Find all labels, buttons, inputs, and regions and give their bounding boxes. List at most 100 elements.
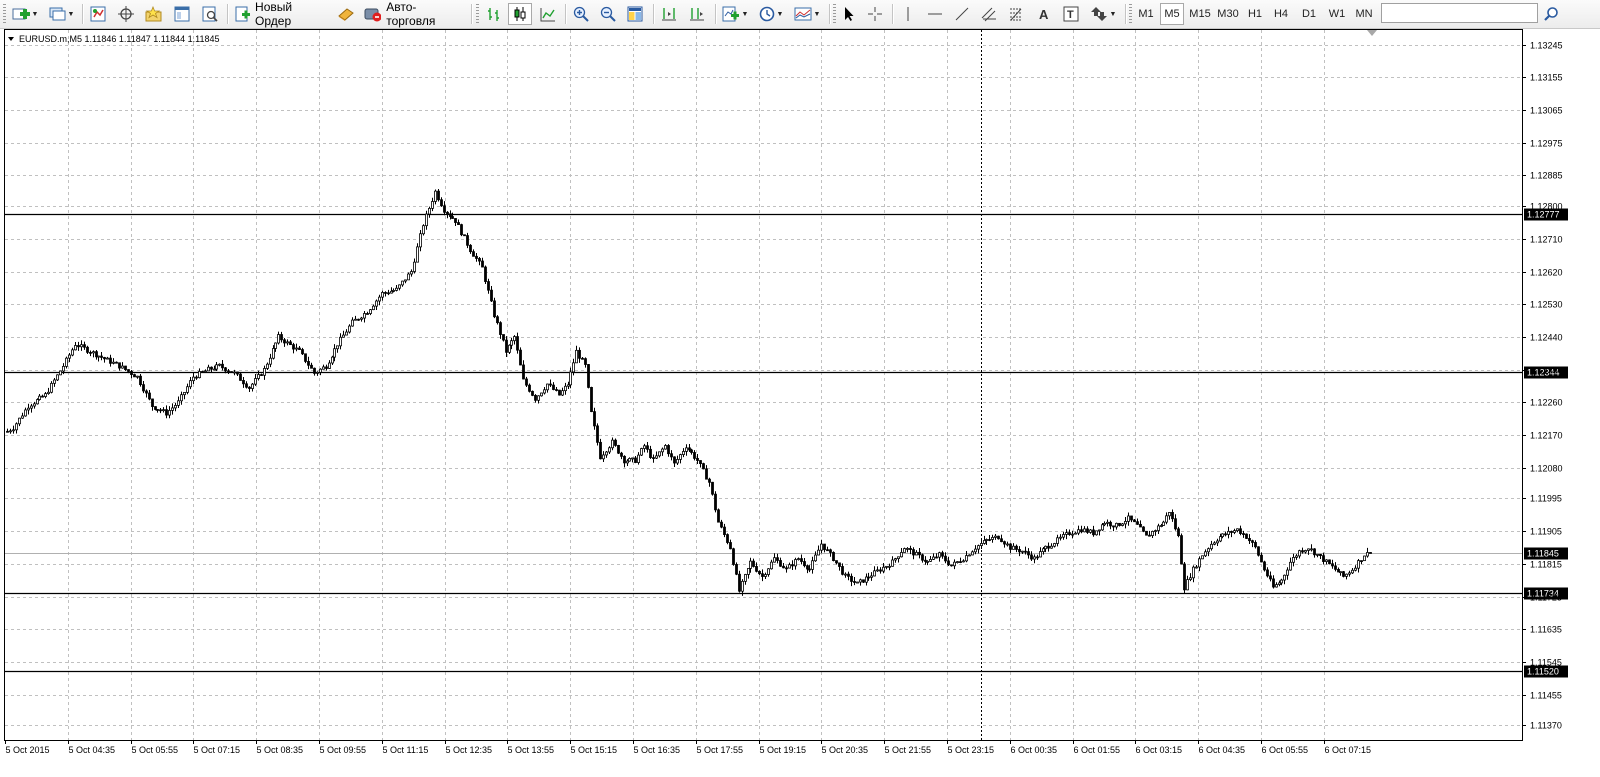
candle-body [516, 336, 519, 351]
time-label: 5 Oct 08:35 [257, 745, 304, 755]
text-label-button[interactable]: T [1060, 3, 1082, 25]
autotrading-button[interactable]: Авто-торговля [360, 0, 466, 28]
strategy-tester-button[interactable] [198, 3, 222, 25]
bar-chart-button[interactable] [482, 3, 506, 25]
candle-body [363, 313, 366, 319]
market-watch-icon [90, 6, 106, 22]
navigator-button[interactable] [114, 3, 138, 25]
timeframe-d1[interactable]: D1 [1297, 3, 1321, 25]
candle-body [1021, 550, 1024, 553]
text-button[interactable]: A [1033, 3, 1055, 25]
candle-body [655, 455, 658, 459]
chevron-down-icon: ▼ [741, 10, 749, 18]
vertical-line-button[interactable] [897, 3, 919, 25]
terminal-button[interactable] [170, 3, 194, 25]
candle-body [752, 560, 755, 567]
candle-body [631, 457, 634, 460]
candle-body [1121, 523, 1124, 526]
candle-body [1142, 526, 1145, 532]
candle-body [1168, 512, 1171, 517]
candle-body [180, 394, 183, 402]
chart-window[interactable]: 1.12777 1.12344 1.11734 1.11520 1.11845 1.13… [0, 29, 1600, 777]
candle-body [478, 258, 481, 262]
candlestick-chart-button[interactable] [508, 3, 532, 25]
timeframe-mn[interactable]: MN [1351, 3, 1377, 25]
arrows-button[interactable]: ▼ [1087, 3, 1119, 25]
candle-body [30, 405, 33, 409]
candle-body [1065, 532, 1068, 535]
trendline-button[interactable] [951, 3, 973, 25]
horizontal-line-button[interactable] [924, 3, 946, 25]
candle-body [24, 409, 27, 417]
crosshair-button[interactable] [864, 3, 886, 25]
search-button[interactable] [1540, 3, 1562, 25]
zoom-out-icon [600, 6, 616, 22]
new-chart-button[interactable]: ▼ [9, 3, 41, 25]
favorites-button[interactable] [142, 3, 166, 25]
market-watch-button[interactable] [86, 3, 110, 25]
candle-body [510, 340, 513, 346]
candle-body [316, 371, 319, 374]
timeframe-m30[interactable]: M30 [1215, 3, 1241, 25]
plot-area[interactable] [4, 29, 1523, 741]
periods-button[interactable]: ▼ [755, 3, 787, 25]
candle-body [1053, 543, 1056, 547]
templates-button[interactable]: ▼ [791, 3, 823, 25]
toolbar-grip[interactable] [3, 4, 6, 24]
zoom-out-button[interactable] [596, 3, 620, 25]
tile-windows-button[interactable] [623, 3, 647, 25]
candle-body [1298, 550, 1301, 557]
candle-body [1186, 579, 1189, 591]
cursor-button[interactable] [838, 3, 860, 25]
candle-body [968, 554, 971, 557]
timeframe-m1[interactable]: M1 [1135, 3, 1157, 25]
candle-body [767, 568, 770, 575]
candle-body [372, 305, 375, 311]
candle-body [797, 558, 800, 561]
timeframe-h4[interactable]: H4 [1270, 3, 1292, 25]
candle-body [640, 448, 643, 456]
timeframe-m5[interactable]: M5 [1160, 3, 1184, 25]
candle-body [1047, 545, 1050, 549]
candle-body [1118, 522, 1121, 526]
candle-body [115, 361, 118, 364]
zoom-in-button[interactable] [569, 3, 593, 25]
new-order-label: Новый Ордер [255, 0, 293, 28]
candle-body [210, 366, 213, 370]
candle-body [1345, 573, 1348, 577]
line-chart-button[interactable] [536, 3, 560, 25]
candle-body [590, 387, 593, 413]
profiles-button[interactable]: ▼ [45, 3, 77, 25]
search-input[interactable] [1381, 3, 1538, 23]
chart-shift-button[interactable] [657, 3, 681, 25]
fibonacci-button[interactable] [1005, 3, 1027, 25]
candle-body [808, 568, 811, 571]
time-label: 5 Oct 11:15 [383, 745, 429, 755]
candle-body [53, 379, 56, 384]
candle-body [12, 429, 15, 432]
metaeditor-button[interactable] [334, 3, 358, 25]
indicators-icon [722, 6, 739, 22]
equidistant-channel-button[interactable] [978, 3, 1000, 25]
candle-body [260, 374, 263, 376]
zoom-in-icon [573, 6, 589, 22]
candle-body [676, 459, 679, 464]
time-label: 5 Oct 23:15 [948, 745, 995, 755]
vertical-line-icon [907, 7, 909, 21]
autoscroll-button[interactable] [685, 3, 709, 25]
candle-body [720, 521, 723, 528]
new-order-button[interactable]: Новый Ордер [231, 0, 331, 28]
candle-body [546, 383, 549, 391]
candle-body [508, 344, 511, 353]
candle-body [794, 559, 797, 567]
candle-body [351, 319, 354, 327]
candle-body [738, 573, 741, 592]
candle-body [269, 357, 272, 365]
timeframe-h1[interactable]: H1 [1244, 3, 1266, 25]
chart-canvas[interactable]: 1.127771.123441.117341.115201.11845 1.13… [0, 29, 1600, 777]
timeframe-m15[interactable]: M15 [1187, 3, 1213, 25]
timeframe-w1[interactable]: W1 [1325, 3, 1349, 25]
indicators-button[interactable]: ▼ [719, 3, 751, 25]
candle-body [36, 399, 39, 405]
candle-body [1289, 561, 1292, 571]
